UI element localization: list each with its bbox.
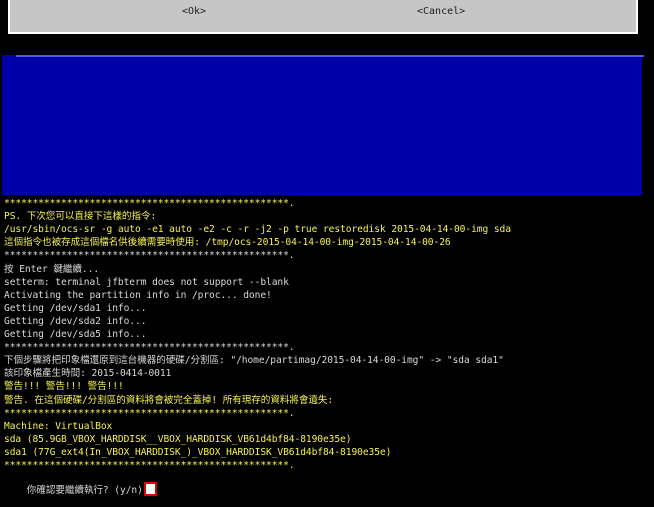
blue-panel — [2, 55, 644, 195]
terminal-line: 這個指令也被存成這個檔名供後續需要時使用: /tmp/ocs-2015-04-1… — [4, 237, 451, 249]
dialog-panel: <Ok> <Cancel> — [8, 0, 638, 34]
terminal-line: Getting /dev/sda2 info... — [4, 315, 147, 327]
terminal-line: 該印象檔產生時間: 2015-0414-0011 — [4, 368, 172, 380]
dialog-background — [0, 42, 654, 197]
terminal-line: sda (85.9GB_VBOX_HARDDISK__VBOX_HARDDISK… — [4, 433, 352, 445]
terminal-line: ****************************************… — [4, 198, 295, 209]
terminal-output: ****************************************… — [2, 197, 652, 497]
terminal-line: 下個步驟將把印象檔還原到這台機器的硬碟/分割區: "/home/partimag… — [4, 355, 504, 367]
terminal-line: PS. 下次您可以直接下這樣的指令: — [4, 211, 157, 223]
terminal-line: 警告. 在這個硬碟/分割區的資料將會被完全蓋掉! 所有現存的資料將會遺失: — [4, 394, 334, 406]
blue-panel-border — [16, 55, 644, 57]
terminal-line: ****************************************… — [4, 250, 295, 262]
terminal-line: 警告!!! 警告!!! 警告!!! — [4, 381, 124, 393]
text-cursor[interactable] — [143, 482, 157, 497]
confirm-prompt-line: 你確認要繼續執行? (y/n) — [4, 473, 157, 497]
terminal-line: sda1 (77G_ext4(In_VBOX_HARDDISK_)_VBOX_H… — [4, 446, 392, 458]
ok-button[interactable]: <Ok> — [182, 6, 206, 17]
terminal-line: Getting /dev/sda5 info... — [4, 329, 147, 340]
confirm-prompt-text: 你確認要繼續執行? (y/n) — [26, 485, 143, 497]
terminal-line: 按 Enter 鍵繼續... — [4, 263, 100, 275]
cancel-button[interactable]: <Cancel> — [417, 6, 465, 17]
terminal-line: Getting /dev/sda1 info... — [4, 302, 147, 314]
terminal-line: ****************************************… — [4, 460, 295, 471]
terminal-line: /usr/sbin/ocs-sr -g auto -e1 auto -e2 -c… — [4, 224, 511, 236]
terminal-line: Machine: VirtualBox — [4, 420, 113, 432]
terminal-line: ****************************************… — [4, 407, 295, 419]
terminal-line: setterm: terminal jfbterm does not suppo… — [4, 276, 289, 288]
dialog-strip: <Ok> <Cancel> — [0, 0, 654, 42]
terminal-line: Activating the partition info in /proc..… — [4, 289, 272, 301]
terminal-line: ****************************************… — [4, 342, 295, 354]
